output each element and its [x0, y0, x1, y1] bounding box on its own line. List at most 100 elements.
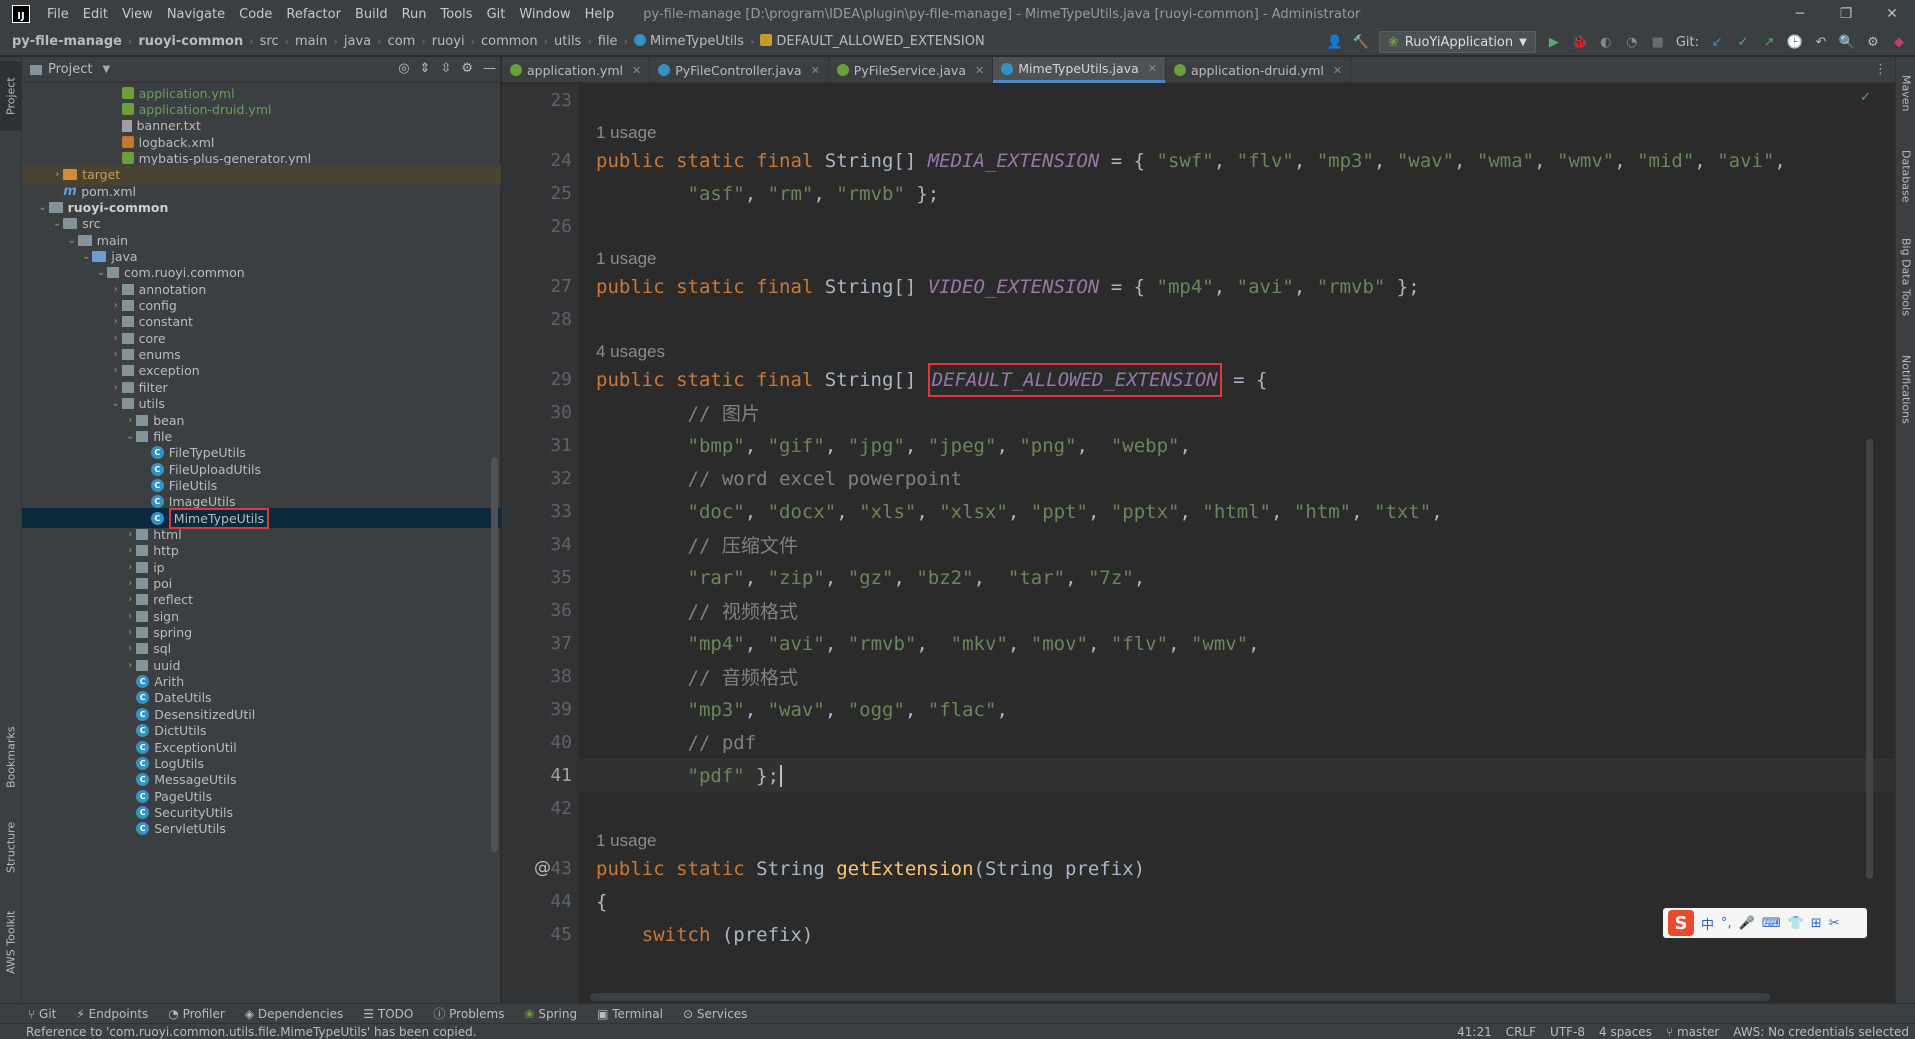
settings-gear-icon[interactable]: ⚙: [1865, 34, 1881, 50]
chevron-right-icon[interactable]: ›: [124, 545, 136, 556]
chevron-right-icon[interactable]: ›: [124, 660, 136, 671]
close-icon[interactable]: ✕: [1869, 0, 1915, 28]
chevron-right-icon[interactable]: ›: [124, 594, 136, 605]
jetbrains-toolbox-icon[interactable]: ◆: [1891, 34, 1907, 50]
menu-navigate[interactable]: Navigate: [160, 7, 232, 22]
caret-position[interactable]: 41:21: [1457, 1025, 1492, 1039]
profiler-tool-button[interactable]: ◔ Profiler: [168, 1007, 225, 1021]
expand-all-icon[interactable]: ⇕: [420, 61, 431, 76]
close-tab-icon[interactable]: ✕: [975, 64, 984, 77]
dependencies-tool-button[interactable]: ◈ Dependencies: [245, 1007, 343, 1021]
line-separator[interactable]: CRLF: [1506, 1025, 1536, 1039]
ime-chinese-mode[interactable]: 中: [1701, 914, 1714, 933]
terminal-tool-button[interactable]: ▣ Terminal: [597, 1007, 663, 1021]
breadcrumb-project[interactable]: py-file-manage: [12, 34, 122, 49]
breadcrumb-ruoyi[interactable]: ruoyi: [432, 34, 465, 49]
editor-tab[interactable]: MimeTypeUtils.java ✕: [993, 57, 1166, 83]
code-line[interactable]: [578, 84, 1895, 117]
usages-hint[interactable]: 1 usage: [596, 831, 657, 851]
git-branch[interactable]: ⑂ master: [1666, 1025, 1719, 1039]
spring-tool-button[interactable]: ❀ Spring: [524, 1007, 577, 1021]
code-line[interactable]: [578, 210, 1895, 243]
locate-target-icon[interactable]: ◎: [398, 61, 409, 76]
chevron-down-icon[interactable]: ⌄: [80, 251, 92, 262]
chevron-down-icon[interactable]: ⌄: [37, 202, 49, 213]
close-tab-icon[interactable]: ✕: [1148, 62, 1157, 75]
chevron-right-icon[interactable]: ›: [124, 643, 136, 654]
chevron-right-icon[interactable]: ›: [110, 300, 122, 311]
menu-window[interactable]: Window: [512, 7, 577, 22]
todo-tool-button[interactable]: ☰ TODO: [363, 1007, 413, 1021]
chevron-down-icon[interactable]: ⌄: [66, 235, 78, 246]
breadcrumb-main[interactable]: main: [295, 34, 327, 49]
chevron-right-icon[interactable]: ›: [124, 627, 136, 638]
bookmarks-tool-tab[interactable]: Bookmarks: [0, 717, 22, 797]
more-tabs-icon[interactable]: ⋮: [1874, 62, 1887, 77]
history-icon[interactable]: 🕒: [1787, 34, 1803, 50]
run-icon[interactable]: ▶: [1546, 34, 1562, 50]
code-line[interactable]: "mp4", "avi", "rmvb", "mkv", "mov", "flv…: [578, 627, 1895, 660]
big-data-tools-tab[interactable]: Big Data Tools: [1896, 227, 1915, 327]
code-line[interactable]: public static final String[] DEFAULT_ALL…: [578, 362, 1895, 397]
code-line[interactable]: // pdf: [578, 726, 1895, 759]
rollback-icon[interactable]: ↶: [1813, 34, 1829, 50]
problems-tool-button[interactable]: ⓘ Problems: [433, 1005, 504, 1022]
code-line[interactable]: // 视频格式: [578, 594, 1895, 627]
chevron-right-icon[interactable]: ›: [124, 415, 136, 426]
breadcrumb-common[interactable]: common: [481, 34, 538, 49]
close-tab-icon[interactable]: ✕: [1333, 64, 1342, 77]
menu-help[interactable]: Help: [578, 7, 622, 22]
tree-item[interactable]: C ServletUtils: [22, 819, 501, 839]
breadcrumb-com[interactable]: com: [388, 34, 416, 49]
menu-refactor[interactable]: Refactor: [279, 7, 348, 22]
chevron-right-icon[interactable]: ›: [51, 169, 63, 180]
microphone-icon[interactable]: 🎤: [1739, 916, 1755, 931]
skin-icon[interactable]: 👕: [1788, 916, 1804, 931]
stop-icon[interactable]: ■: [1650, 34, 1666, 50]
breadcrumb-module[interactable]: ruoyi-common: [138, 34, 243, 49]
user-icon[interactable]: 👤: [1327, 34, 1343, 50]
breadcrumb-utils[interactable]: utils: [554, 34, 581, 49]
ime-punctuation-icon[interactable]: °,: [1721, 916, 1732, 931]
notifications-tool-tab[interactable]: Notifications: [1896, 342, 1915, 436]
chevron-down-icon[interactable]: ⌄: [51, 218, 63, 229]
debug-icon[interactable]: 🐞: [1572, 34, 1588, 50]
code-area[interactable]: 1 usage public static final String[] MEDI…: [578, 84, 1895, 1003]
database-tool-tab[interactable]: Database: [1896, 137, 1915, 215]
code-line[interactable]: "rar", "zip", "gz", "bz2", "tar", "7z",: [578, 561, 1895, 594]
git-commit-icon[interactable]: ✓: [1735, 34, 1751, 50]
editor-tab[interactable]: application-druid.yml ✕: [1166, 57, 1352, 83]
chevron-right-icon[interactable]: ›: [124, 578, 136, 589]
restore-icon[interactable]: ❐: [1823, 0, 1869, 28]
code-line[interactable]: // 音频格式: [578, 660, 1895, 693]
project-scrollbar[interactable]: [491, 457, 498, 852]
chevron-right-icon[interactable]: ›: [124, 562, 136, 573]
code-editor[interactable]: 23 24 25 26 27 28 29 30 31 32 33 34 35 36 37 38 39 40 41 42…: [502, 84, 1895, 1003]
override-marker-icon[interactable]: @: [534, 858, 551, 878]
menu-git[interactable]: Git: [480, 7, 513, 22]
breadcrumb-src[interactable]: src: [260, 34, 279, 49]
editor-horizontal-scrollbar[interactable]: [590, 993, 1770, 1001]
breadcrumb-field[interactable]: DEFAULT_ALLOWED_EXTENSION: [760, 34, 985, 49]
intellij-logo-icon[interactable]: IJ: [12, 5, 30, 23]
breadcrumb-class[interactable]: MimeTypeUtils: [633, 34, 744, 49]
chevron-right-icon[interactable]: ›: [110, 284, 122, 295]
chevron-right-icon[interactable]: ›: [124, 611, 136, 622]
code-line[interactable]: "asf", "rm", "rmvb" };: [578, 177, 1895, 210]
menu-edit[interactable]: Edit: [76, 7, 115, 22]
menu-tools[interactable]: Tools: [434, 7, 480, 22]
chevron-down-icon[interactable]: ⌄: [124, 431, 136, 442]
code-line[interactable]: // 压缩文件: [578, 528, 1895, 561]
chevron-right-icon[interactable]: ›: [110, 333, 122, 344]
editor-scrollbar[interactable]: [1866, 439, 1873, 879]
code-line[interactable]: [578, 792, 1895, 825]
toolbox-grid-icon[interactable]: ⊞: [1811, 916, 1822, 931]
chevron-right-icon[interactable]: ›: [110, 316, 122, 327]
chevron-right-icon[interactable]: ›: [124, 529, 136, 540]
code-line[interactable]: "mp3", "wav", "ogg", "flac",: [578, 693, 1895, 726]
hide-panel-icon[interactable]: —: [483, 61, 496, 76]
maven-tool-tab[interactable]: Maven: [1896, 63, 1915, 123]
services-tool-button[interactable]: ⊙ Services: [683, 1007, 747, 1021]
editor-tab[interactable]: application.yml ✕: [502, 57, 651, 83]
project-tool-tab[interactable]: Project: [0, 61, 22, 131]
